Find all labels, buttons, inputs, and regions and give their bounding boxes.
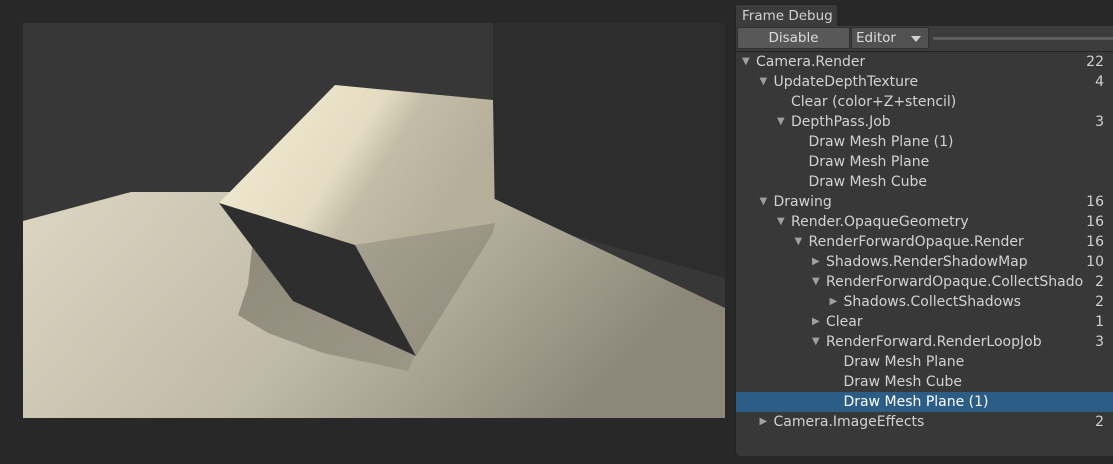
tree-row[interactable]: Draw Mesh Cube xyxy=(736,172,1113,192)
expand-arrow-icon[interactable]: ▼ xyxy=(777,112,789,132)
collapse-arrow-icon[interactable]: ▶ xyxy=(760,412,772,432)
tree-row-count: 4 xyxy=(1095,74,1104,90)
tree-row-label: UpdateDepthTexture xyxy=(773,74,919,90)
tree-row[interactable]: ▶ Shadows.RenderShadowMap 10 xyxy=(736,252,1113,272)
tree-row[interactable]: ▼ RenderForward.RenderLoopJob 3 xyxy=(736,332,1113,352)
tree-row-label: Draw Mesh Plane (1) xyxy=(808,134,954,150)
scene-render xyxy=(23,23,725,418)
expand-arrow-icon[interactable]: ▼ xyxy=(760,72,772,92)
tree-row-label: RenderForward.RenderLoopJob xyxy=(826,334,1042,350)
tree-row[interactable]: ▼ DepthPass.Job 3 xyxy=(736,112,1113,132)
event-tree: ▼ Camera.Render 22 ▼ UpdateDepthTexture 4 Clea… xyxy=(736,52,1113,432)
expand-arrow-icon[interactable]: ▼ xyxy=(812,332,824,352)
tree-row-count: 16 xyxy=(1086,194,1104,210)
tree-row-label: Draw Mesh Plane xyxy=(843,354,965,370)
tree-row[interactable]: Draw Mesh Plane (1) xyxy=(736,132,1113,152)
tree-row[interactable]: ▶ Shadows.CollectShadows 2 xyxy=(736,292,1113,312)
tree-row-count: 3 xyxy=(1095,334,1104,350)
frame-debug-panel: Disable Editor ▼ Camera.Render 22 ▼ UpdateDe… xyxy=(735,26,1113,456)
target-dropdown-value: Editor xyxy=(856,30,896,46)
tree-row-label: Draw Mesh Cube xyxy=(808,174,927,190)
tree-row-label: RenderForwardOpaque.CollectShado xyxy=(826,274,1083,290)
tab-frame-debug[interactable]: Frame Debug xyxy=(735,4,838,26)
tree-row-label: Shadows.CollectShadows xyxy=(843,294,1021,310)
tree-row-count: 2 xyxy=(1095,294,1104,310)
tree-row-label: Drawing xyxy=(773,194,832,210)
frame-debug-toolbar: Disable Editor xyxy=(736,26,1113,52)
tree-row[interactable]: Draw Mesh Plane xyxy=(736,152,1113,172)
tree-row-label: Render.OpaqueGeometry xyxy=(791,214,969,230)
tree-row-count: 3 xyxy=(1095,114,1104,130)
tree-row-count: 22 xyxy=(1086,54,1104,70)
tree-row-label: RenderForwardOpaque.Render xyxy=(808,234,1024,250)
tree-row[interactable]: ▶ Camera.ImageEffects 2 xyxy=(736,412,1113,432)
collapse-arrow-icon[interactable]: ▶ xyxy=(812,312,824,332)
tree-row[interactable]: ▶ Clear 1 xyxy=(736,312,1113,332)
tree-row[interactable]: Draw Mesh Plane xyxy=(736,352,1113,372)
tree-row[interactable]: ▼ Drawing 16 xyxy=(736,192,1113,212)
tree-row[interactable]: ▼ RenderForwardOpaque.Render 16 xyxy=(736,232,1113,252)
tree-row[interactable]: ▼ Camera.Render 22 xyxy=(736,52,1113,72)
tree-row-label: Draw Mesh Plane xyxy=(808,154,930,170)
expand-arrow-icon[interactable]: ▼ xyxy=(795,232,807,252)
tree-row-count: 1 xyxy=(1095,314,1104,330)
chevron-down-icon xyxy=(911,36,921,42)
collapse-arrow-icon[interactable]: ▶ xyxy=(812,252,824,272)
tree-row[interactable]: ▼ Render.OpaqueGeometry 16 xyxy=(736,212,1113,232)
disable-button[interactable]: Disable xyxy=(737,27,850,49)
tree-row-label: Clear (color+Z+stencil) xyxy=(791,94,957,110)
expand-arrow-icon[interactable]: ▼ xyxy=(742,52,754,72)
target-dropdown[interactable]: Editor xyxy=(851,27,929,49)
tree-row-label: Shadows.RenderShadowMap xyxy=(826,254,1028,270)
expand-arrow-icon[interactable]: ▼ xyxy=(812,272,824,292)
tree-row-label: Camera.ImageEffects xyxy=(773,414,925,430)
collapse-arrow-icon[interactable]: ▶ xyxy=(830,292,842,312)
tree-row[interactable]: Draw Mesh Cube xyxy=(736,372,1113,392)
tree-row-label: Clear xyxy=(826,314,863,330)
event-slider[interactable] xyxy=(933,37,1113,40)
tree-row-label: Camera.Render xyxy=(756,54,866,70)
expand-arrow-icon[interactable]: ▼ xyxy=(760,192,772,212)
tree-row-label: DepthPass.Job xyxy=(791,114,891,130)
tree-row-count: 16 xyxy=(1086,234,1104,250)
tree-row-label: Draw Mesh Cube xyxy=(843,374,962,390)
tree-row-count: 2 xyxy=(1095,274,1104,290)
tree-row-count: 10 xyxy=(1086,254,1104,270)
tree-row-selected[interactable]: Draw Mesh Plane (1) xyxy=(736,392,1113,412)
tree-row-label: Draw Mesh Plane (1) xyxy=(843,394,989,410)
tree-row[interactable]: ▼ RenderForwardOpaque.CollectShado 2 xyxy=(736,272,1113,292)
tree-row[interactable]: Clear (color+Z+stencil) xyxy=(736,92,1113,112)
tree-row-count: 16 xyxy=(1086,214,1104,230)
tree-row-count: 2 xyxy=(1095,414,1104,430)
scene-view[interactable] xyxy=(23,23,725,418)
expand-arrow-icon[interactable]: ▼ xyxy=(777,212,789,232)
tree-row[interactable]: ▼ UpdateDepthTexture 4 xyxy=(736,72,1113,92)
